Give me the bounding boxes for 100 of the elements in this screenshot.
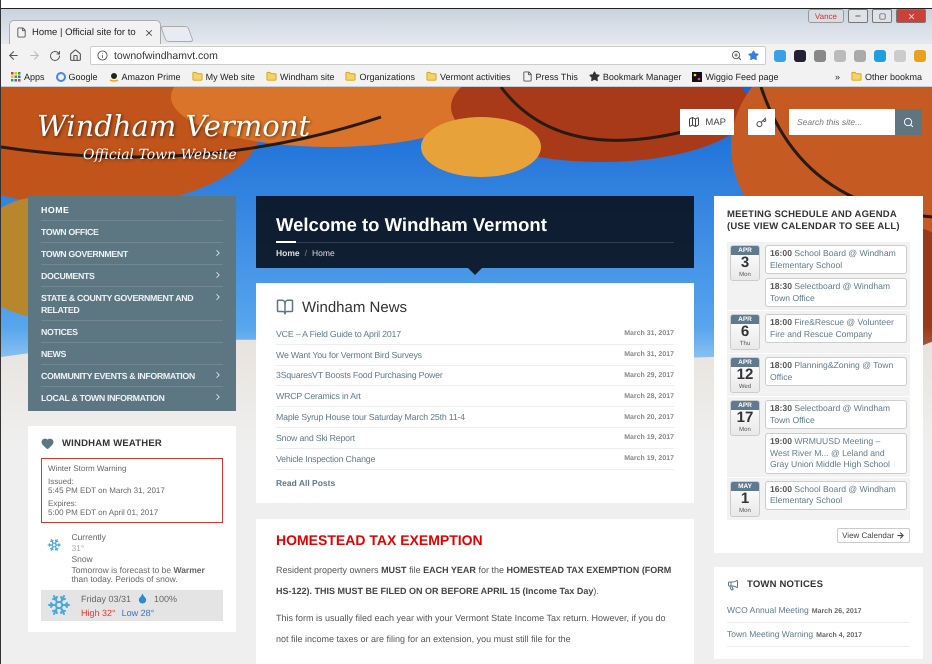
tab-title: Home | Official site for to (32, 27, 137, 38)
meeting-event[interactable]: 18:00 Fire&Rescue @ Volunteer Fire and Rescue Company (765, 314, 907, 343)
map-icon (688, 116, 700, 128)
snow-icon (47, 593, 71, 617)
menu-item[interactable]: COMMUNITY EVENTS & INFORMATION (41, 365, 223, 387)
meeting-event[interactable]: 16:00 School Board @ Windham Elementary School (765, 480, 907, 510)
zoom-icon[interactable] (731, 50, 742, 61)
news-link[interactable]: 3SquaresVT Boosts Food Purchasing Power (276, 370, 443, 380)
bookmark-item[interactable]: Windham site (266, 71, 334, 82)
bookmark-item[interactable]: Bookmark Manager (588, 71, 682, 82)
reload-icon[interactable] (49, 50, 61, 62)
maximize-button[interactable] (872, 9, 892, 23)
arrow-icon (896, 530, 905, 540)
day-label: Friday 03/31 (81, 594, 132, 604)
news-link[interactable]: VCE – A Field Guide to April 2017 (276, 328, 401, 339)
extension-icon[interactable] (794, 50, 806, 62)
menu-item[interactable]: NOTICES (41, 321, 223, 343)
key-button[interactable] (748, 109, 775, 135)
folder-icon (266, 71, 277, 82)
star-icon (588, 71, 600, 82)
issued-label: Issued: (48, 477, 75, 486)
address-bar[interactable]: townofwindhamvt.com (90, 46, 766, 65)
back-icon[interactable] (7, 49, 20, 62)
meeting-event[interactable]: 18:30 Selectboard @ Windham Town Office (765, 400, 907, 429)
current-condition: Snow (71, 555, 94, 564)
close-icon[interactable] (144, 28, 154, 38)
folder-icon (345, 71, 356, 82)
precipitation: 100% (154, 594, 178, 604)
close-icon (906, 12, 916, 20)
star-icon[interactable] (748, 50, 759, 61)
menu-item[interactable]: TOWN OFFICE (41, 221, 223, 243)
bookmark-item[interactable]: Google (56, 72, 98, 82)
read-all-link[interactable]: Read All Posts (276, 478, 336, 488)
search-button[interactable] (895, 109, 922, 135)
homestead-paragraph: Resident property owners MUST file EACH YEAR for the HOMESTEAD TAX EXEMPTION (FORM HS-122). THIS MUST BE FILED ON OR BEFORE APRIL 15 (Income Tax Day). (276, 564, 672, 598)
bookmark-item[interactable]: Wiggio Feed page (692, 72, 778, 82)
high-temperature: High 32° (81, 608, 116, 618)
homestead-title: HOMESTEAD TAX EXEMPTION (276, 532, 484, 548)
issued-time: 5:45 PM EDT on March 31, 2017 (48, 486, 166, 495)
breadcrumb-link[interactable]: Home (276, 248, 300, 258)
more-bookmarks[interactable]: » (834, 72, 840, 82)
notices-title: TOWN NOTICES (747, 579, 824, 590)
news-link[interactable]: WRCP Ceramics in Art (276, 391, 361, 402)
breadcrumb-separator: / (304, 248, 307, 258)
menu-item[interactable]: LOCAL & TOWN INFORMATION (41, 387, 223, 408)
search-field[interactable]: Search this site... (789, 109, 895, 135)
search-icon (903, 116, 914, 128)
page-title: Welcome to Windham Vermont (276, 214, 548, 236)
notice-link[interactable]: WCO Annual Meeting (727, 604, 809, 614)
close-button[interactable] (896, 9, 926, 23)
bookmark-item[interactable]: Other bookma (850, 71, 922, 82)
weather-title: WINDHAM WEATHER (62, 438, 162, 449)
meeting-event[interactable]: 19:00 WRMUUSD Meeting – West River M... @ Leland and Gray Union Middle High School (765, 433, 907, 474)
bookmark-item[interactable]: Amazon Prime (108, 72, 181, 82)
wiggio-icon (692, 72, 702, 82)
megaphone-icon (727, 578, 739, 590)
apps-icon (11, 72, 21, 82)
minimize-button[interactable] (848, 9, 868, 23)
bookmark-item[interactable]: My Web site (192, 71, 255, 82)
menu-item[interactable]: HOME (41, 199, 223, 221)
page-icon (522, 71, 533, 82)
news-link[interactable]: Snow and Ski Report (276, 432, 355, 443)
meeting-event[interactable]: 18:30 Selectboard @ Windham Town Office (765, 278, 907, 307)
heart-icon (41, 437, 54, 450)
menu-item[interactable]: DOCUMENTS (41, 265, 223, 287)
expires-time: 5:00 PM EDT on April 01, 2017 (48, 508, 160, 517)
bookmark-item[interactable]: Press This (522, 71, 578, 82)
notice-link[interactable]: Town Meeting Warning (727, 628, 814, 638)
bookmark-item[interactable]: Vermont activities (426, 71, 511, 82)
alert-title: Winter Storm Warning (48, 464, 128, 473)
folder-icon (192, 71, 203, 82)
current-label: Currently (71, 533, 107, 542)
menu-item[interactable]: TOWN GOVERNMENT (41, 243, 223, 265)
news-link[interactable]: We Want You for Vermont Bird Surveys (276, 350, 422, 360)
folder-icon (426, 71, 437, 82)
menu-item[interactable]: NEWS (41, 343, 223, 365)
new-tab-button[interactable] (160, 26, 194, 42)
book-icon (276, 298, 294, 316)
view-calendar-button[interactable]: View Calendar (837, 528, 910, 542)
low-temperature: Low 28° (122, 608, 154, 618)
google-icon (56, 72, 66, 82)
news-link[interactable]: Vehicle Inspection Change (276, 454, 376, 464)
bookmark-item[interactable]: Organizations (345, 71, 415, 82)
map-button[interactable]: MAP (680, 109, 734, 135)
menu-item[interactable]: STATE & COUNTY GOVERNMENT AND RELATED (41, 287, 223, 321)
homestead-paragraph: This form is usually filed each year with your Vermont State Income Tax return. However, if you do not file income taxes or are filing for an extension, you must still file for the (276, 612, 667, 646)
page-icon (16, 27, 27, 38)
meeting-event[interactable]: 16:00 School Board @ Windham Elementary School (765, 245, 907, 274)
home-icon[interactable] (69, 49, 82, 62)
meeting-event[interactable]: 18:00 Planning&Zoning @ Town Office (765, 357, 907, 386)
breadcrumb-link[interactable]: Home (312, 248, 335, 258)
site-title[interactable]: Windham Vermont (37, 109, 310, 143)
news-title: Windham News (302, 298, 408, 316)
maximize-icon (878, 12, 886, 20)
bookmark-item[interactable]: Apps (11, 72, 45, 82)
news-link[interactable]: Maple Syrup House tour Saturday March 25th 11-4 (276, 412, 465, 422)
browser-tab[interactable]: Home | Official site for to (9, 20, 161, 44)
expires-label: Expires: (48, 499, 78, 508)
profile-button[interactable]: Vance (808, 9, 844, 23)
drop-icon (137, 593, 148, 604)
